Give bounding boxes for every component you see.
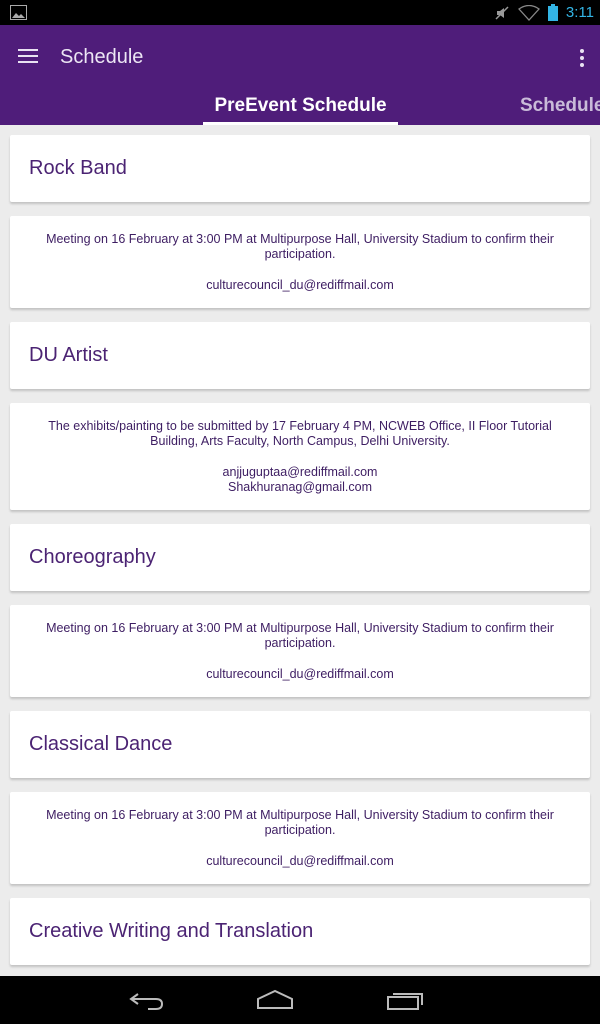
event-title: Classical Dance [29, 733, 173, 755]
image-notification-icon [10, 5, 27, 20]
event-email[interactable]: anjjuguptaa@rediffmail.com [32, 465, 568, 480]
event-detail-card: Meeting on 16 February at 3:00 PM at Mul… [10, 605, 590, 697]
system-nav-bar [0, 976, 600, 1024]
event-email[interactable]: culturecouncil_du@rediffmail.com [32, 854, 568, 869]
menu-icon[interactable] [18, 49, 38, 65]
event-title: Rock Band [29, 157, 127, 179]
back-icon[interactable] [128, 988, 166, 1012]
event-email[interactable]: Shakhuranag@gmail.com [32, 480, 568, 495]
event-title-card[interactable]: Classical Dance [10, 711, 590, 778]
mute-icon [495, 5, 509, 20]
page-title: Schedule [60, 46, 144, 68]
event-title-card[interactable]: Choreography [10, 524, 590, 591]
recent-apps-icon[interactable] [386, 988, 424, 1012]
event-description: Meeting on 16 February at 3:00 PM at Mul… [46, 621, 554, 650]
event-email[interactable]: culturecouncil_du@rediffmail.com [32, 667, 568, 682]
home-icon[interactable] [256, 988, 294, 1012]
event-title-card[interactable]: DU Artist [10, 322, 590, 389]
clock: 3:11 [565, 4, 594, 21]
tab-preevent-schedule[interactable]: PreEvent Schedule [203, 95, 398, 125]
tab-schedule[interactable]: Schedule [520, 95, 600, 117]
wifi-icon [517, 4, 540, 21]
tab-label: PreEvent Schedule [214, 95, 387, 116]
event-description: Meeting on 16 February at 3:00 PM at Mul… [46, 232, 554, 261]
event-detail-card: Meeting on 16 February at 3:00 PM at Mul… [10, 216, 590, 308]
event-title: DU Artist [29, 344, 108, 366]
event-title: Creative Writing and Translation [29, 920, 314, 942]
event-description: Meeting on 16 February at 3:00 PM at Mul… [46, 808, 554, 837]
event-title-card[interactable]: Creative Writing and Translation [10, 898, 590, 965]
app-bar: Schedule PreEvent Schedule Schedule [0, 25, 600, 125]
event-description: The exhibits/painting to be submitted by… [48, 419, 552, 448]
event-detail-card: Meeting on 16 February at 3:00 PM at Mul… [10, 792, 590, 884]
event-title: Choreography [29, 546, 156, 568]
event-list[interactable]: Rock Band Meeting on 16 February at 3:00… [0, 125, 600, 976]
event-title-card[interactable]: Rock Band [10, 135, 590, 202]
battery-icon [547, 4, 558, 21]
event-detail-card: The exhibits/painting to be submitted by… [10, 403, 590, 510]
status-bar: 3:11 [0, 0, 600, 25]
event-email[interactable]: culturecouncil_du@rediffmail.com [32, 278, 568, 293]
overflow-menu-icon[interactable] [579, 49, 585, 67]
